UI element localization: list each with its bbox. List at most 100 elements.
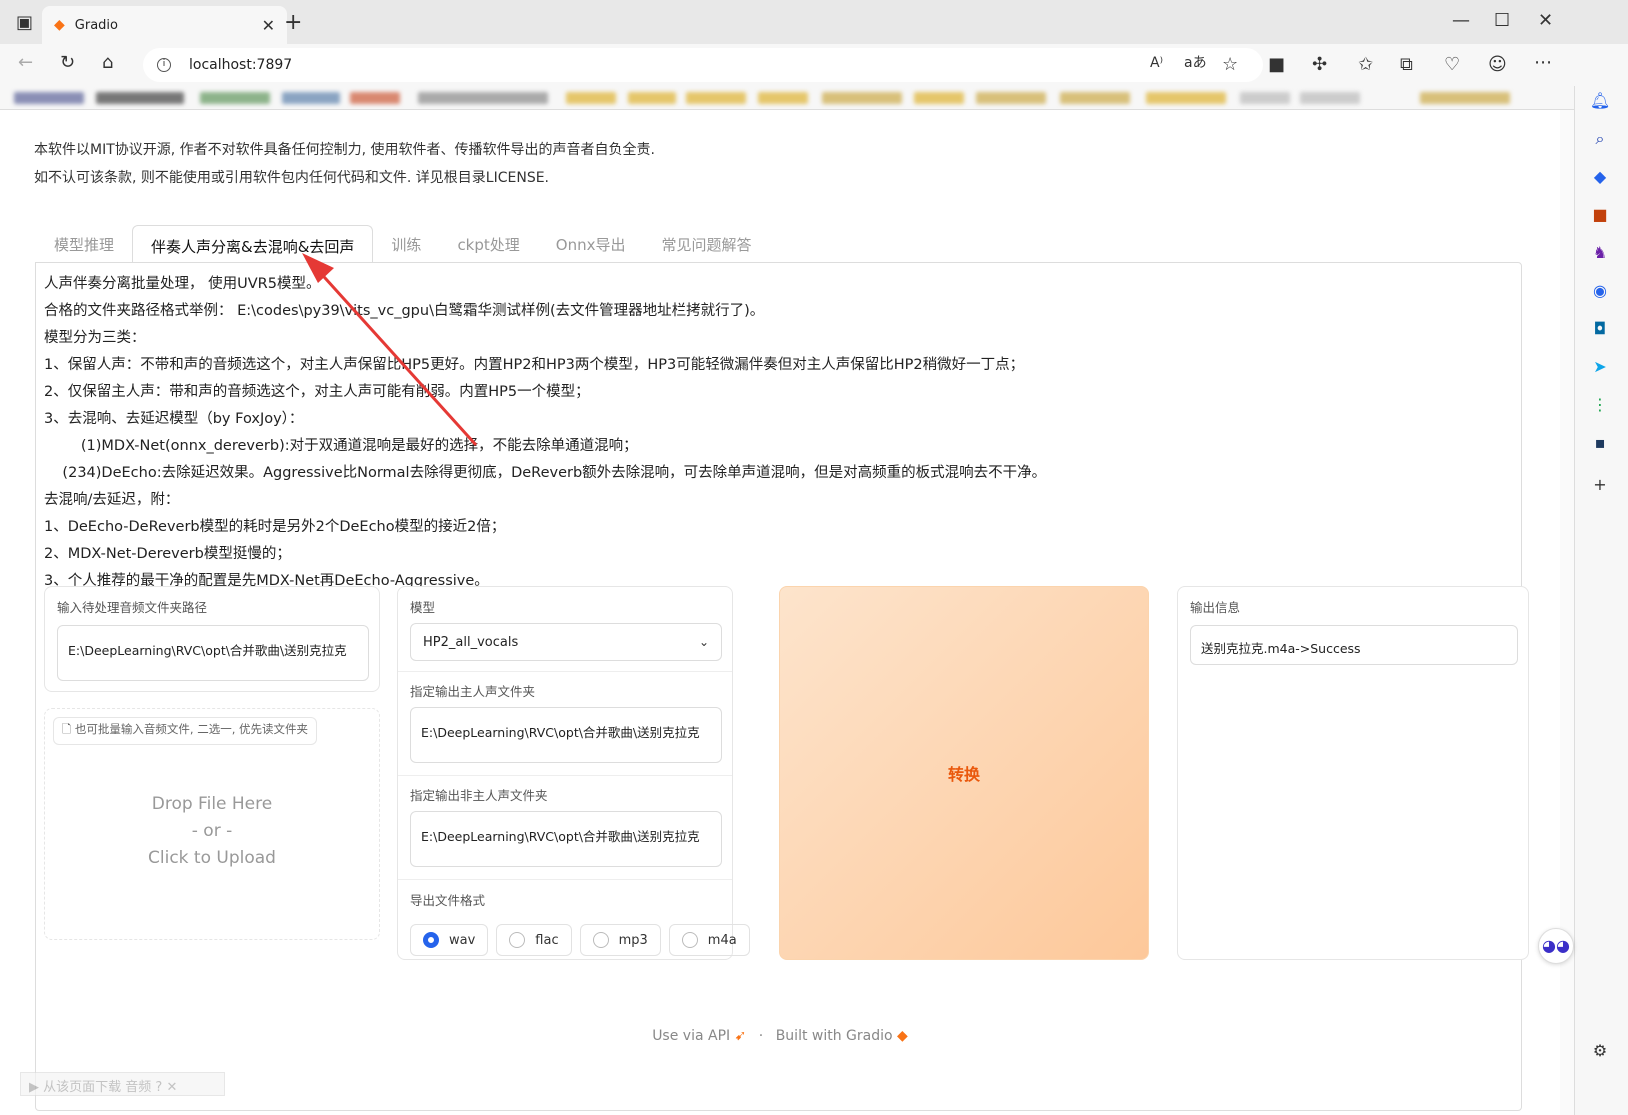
extensions-icon[interactable]: ✣ — [1312, 56, 1327, 74]
license-disclaimer: 本软件以MIT协议开源, 作者不对软件具备任何控制力, 使用软件者、传播软件导出… — [34, 136, 655, 192]
radio-dot-icon — [592, 932, 609, 948]
radio-wav[interactable]: wav — [410, 924, 489, 956]
edge-sidebar: 🔔︎ ⌕ ◆ ■ ♞ ◉ ◘ ➤ ⋮ ▪ + ⚙ — [1574, 86, 1628, 1115]
blurred-bookmark[interactable] — [758, 92, 808, 104]
model-dropdown[interactable]: HP2_all_vocals ⌄ — [410, 623, 722, 661]
radio-m4a[interactable]: m4a — [668, 924, 750, 956]
app-icon[interactable]: ▪ — [1589, 432, 1611, 454]
help-icon[interactable]: ? — [155, 1080, 166, 1095]
search-icon[interactable]: ⌕ — [1589, 128, 1611, 150]
more-menu-icon[interactable]: ⋯ — [1534, 54, 1552, 72]
disclaimer-line-1: 本软件以MIT协议开源, 作者不对软件具备任何控制力, 使用软件者、传播软件导出… — [34, 142, 656, 158]
add-sidebar-app-icon[interactable]: + — [1589, 474, 1611, 496]
output-info-field[interactable]: 送别克拉克.m4a->Success — [1190, 625, 1518, 665]
input-folder-label: 输入待处理音频文件夹路径 — [57, 600, 208, 615]
copilot-icon[interactable]: ◉ — [1589, 280, 1611, 302]
out-inst-field[interactable]: E:\DeepLearning\RVC\opt\合并歌曲\送别克拉克 — [410, 811, 722, 867]
notifications-bell-icon[interactable]: 🔔︎ — [1589, 90, 1611, 112]
back-icon[interactable]: ← — [18, 54, 33, 72]
md-line: (1)MDX-Net(onnx_dereverb):对于双通道混响是最好的选择，… — [44, 438, 638, 454]
extension-badge-icon[interactable]: ■ — [1268, 56, 1285, 74]
radio-dot-icon — [509, 932, 526, 948]
blurred-bookmark[interactable] — [200, 92, 270, 104]
md-line: 3、去混响、去延迟模型（by FoxJoy）： — [44, 411, 304, 427]
out-inst-label: 指定输出非主人声文件夹 — [410, 788, 548, 803]
tab-actions-icon[interactable]: ▣ — [16, 14, 33, 32]
radio-dot-icon — [423, 932, 439, 948]
favorites-bar — [0, 86, 1628, 110]
blurred-bookmark[interactable] — [350, 92, 400, 104]
tab-faq[interactable]: 常见问题解答 — [643, 224, 769, 262]
favorites-icon[interactable]: ✩ — [1358, 56, 1373, 74]
input-folder-block: 输入待处理音频文件夹路径 E:\DeepLearning\RVC\opt\合并歌… — [44, 586, 380, 692]
browser-tab[interactable]: ◆ Gradio ✕ — [42, 6, 287, 44]
blurred-bookmark[interactable] — [1060, 92, 1130, 104]
outlook-icon[interactable]: ◘ — [1589, 318, 1611, 340]
blurred-bookmark[interactable] — [822, 92, 902, 104]
home-icon[interactable]: ⌂ — [102, 54, 113, 72]
out-vocal-field[interactable]: E:\DeepLearning\RVC\opt\合并歌曲\送别克拉克 — [410, 707, 722, 763]
read-aloud-icon[interactable]: A⁾ — [1150, 56, 1163, 70]
close-window-icon[interactable]: ✕ — [1538, 12, 1553, 30]
minimize-icon[interactable]: — — [1452, 12, 1470, 30]
blurred-bookmark[interactable] — [418, 92, 548, 104]
tab-uvr5-separation[interactable]: 伴奏人声分离&去混响&去回声 — [132, 225, 374, 263]
close-icon[interactable]: ✕ — [166, 1080, 177, 1095]
md-line: 2、MDX-Net-Dereverb模型挺慢的； — [44, 546, 291, 562]
tab-title: Gradio — [74, 17, 118, 33]
convert-button[interactable]: 转换 — [779, 586, 1149, 960]
games-icon[interactable]: ♞ — [1589, 242, 1611, 264]
refresh-icon[interactable]: ↻ — [60, 54, 75, 72]
blurred-bookmark[interactable] — [1146, 92, 1226, 104]
floating-assistant-icon[interactable]: ◕◕ — [1538, 928, 1574, 964]
telegram-icon[interactable]: ➤ — [1589, 356, 1611, 378]
audio-wave-icon[interactable]: ⋮ — [1589, 394, 1611, 416]
collections-icon[interactable]: ⧉ — [1400, 56, 1413, 74]
model-label: 模型 — [410, 600, 436, 615]
radio-mp3[interactable]: mp3 — [579, 924, 661, 956]
sidebar-settings-icon[interactable]: ⚙ — [1589, 1040, 1611, 1062]
tab-onnx-export[interactable]: Onnx导出 — [538, 224, 644, 262]
blurred-bookmark[interactable] — [914, 92, 964, 104]
blurred-bookmark[interactable] — [1300, 92, 1360, 104]
url-field[interactable]: i localhost:7897 — [143, 48, 1263, 82]
translate-icon[interactable]: aあ — [1184, 56, 1207, 70]
file-upload-dropzone[interactable]: 🗋︎ 也可批量输入音频文件, 二选一, 优先读文件夹 Drop File Her… — [44, 708, 380, 940]
input-folder-field[interactable]: E:\DeepLearning\RVC\opt\合并歌曲\送别克拉克 — [57, 625, 369, 681]
blurred-bookmark[interactable] — [282, 92, 340, 104]
maximize-icon[interactable]: ☐ — [1494, 12, 1510, 30]
use-via-api-link[interactable]: Use via API — [652, 1028, 730, 1044]
file-upload-label: 🗋︎ 也可批量输入音频文件, 二选一, 优先读文件夹 — [53, 717, 318, 745]
rocket-icon: ➹ — [734, 1028, 747, 1044]
blurred-bookmark[interactable] — [96, 92, 184, 104]
performance-icon[interactable]: ♡ — [1444, 56, 1460, 74]
tab-ckpt[interactable]: ckpt处理 — [439, 224, 537, 262]
shopping-tag-icon[interactable]: ◆ — [1589, 166, 1611, 188]
chevron-down-icon: ⌄ — [698, 635, 709, 649]
divider — [398, 671, 732, 672]
blurred-bookmark[interactable] — [686, 92, 746, 104]
page-scrollbar[interactable] — [1560, 110, 1574, 1115]
profile-avatar-icon[interactable]: ☺ — [1488, 56, 1507, 74]
blurred-bookmark[interactable] — [14, 92, 84, 104]
tab-inference[interactable]: 模型推理 — [36, 224, 132, 262]
download-media-bar[interactable]: ▶ 从该页面下载 音频 ? ✕ — [20, 1072, 225, 1096]
blurred-bookmark[interactable] — [628, 92, 676, 104]
new-tab-icon[interactable]: + — [284, 12, 302, 34]
site-info-icon[interactable]: i — [157, 58, 171, 72]
blurred-bookmark[interactable] — [1240, 92, 1290, 104]
gradio-favicon-icon: ◆ — [54, 17, 65, 33]
blurred-bookmark[interactable] — [1420, 92, 1510, 104]
main-tabs: 模型推理 伴奏人声分离&去混响&去回声 训练 ckpt处理 Onnx导出 常见问… — [36, 224, 770, 263]
built-with-gradio-link[interactable]: Built with Gradio — [776, 1028, 893, 1044]
tab-train[interactable]: 训练 — [373, 224, 439, 262]
close-tab-icon[interactable]: ✕ — [262, 16, 275, 35]
favorite-star-icon[interactable]: ☆ — [1222, 56, 1238, 74]
blurred-bookmark[interactable] — [976, 92, 1046, 104]
divider — [398, 775, 732, 776]
tools-briefcase-icon[interactable]: ■ — [1589, 204, 1611, 226]
radio-flac[interactable]: flac — [496, 924, 572, 956]
divider — [398, 879, 732, 880]
blurred-bookmark[interactable] — [566, 92, 616, 104]
md-line: 2、仅保留主人声：带和声的音频选这个，对主人声可能有削弱。内置HP5一个模型； — [44, 384, 590, 400]
